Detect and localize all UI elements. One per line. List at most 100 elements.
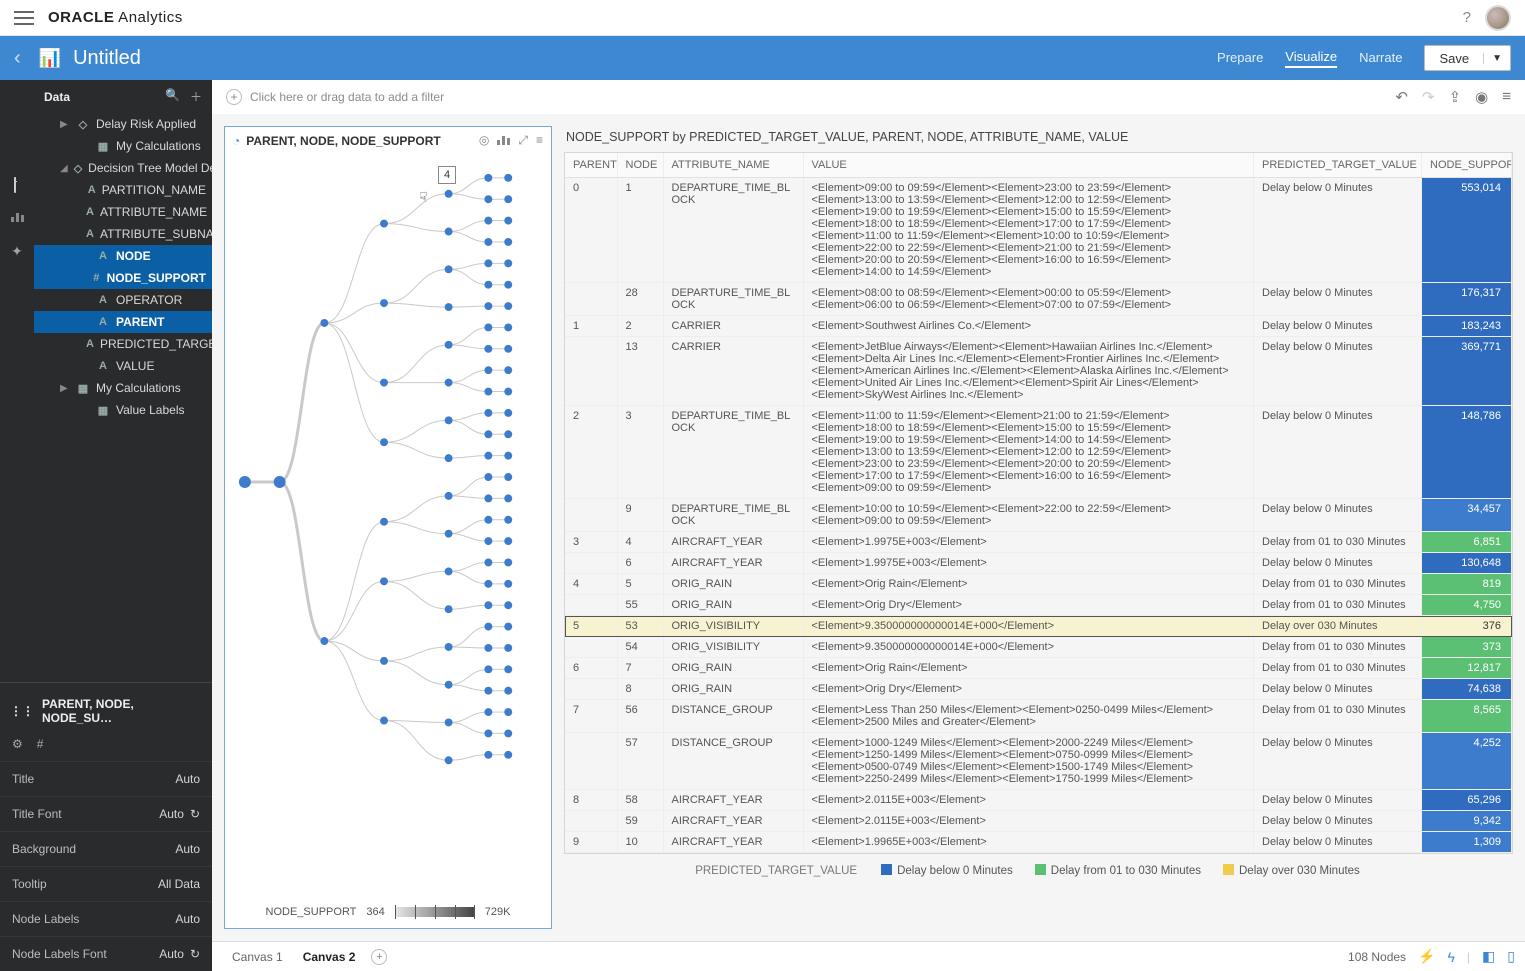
- tab-prepare[interactable]: Prepare: [1217, 50, 1263, 67]
- table-row[interactable]: 67ORIG_RAIN<Element>Orig Rain</Element>D…: [565, 658, 1512, 679]
- tree-item[interactable]: ▶▦My Calculations: [34, 377, 212, 399]
- undo-icon[interactable]: ↶: [1395, 88, 1408, 106]
- grammar-tab-general-icon[interactable]: ⚙: [12, 737, 23, 751]
- tree-viz[interactable]: ◔ PARENT, NODE, NODE_SUPPORT ◎ ⤢ ≡ 4 ☟: [224, 126, 552, 929]
- grammar-panel-title: ⋮⋮PARENT, NODE, NODE_SU…: [0, 687, 212, 735]
- viz-type-icon: ◔: [233, 134, 240, 148]
- canvas-area: + Click here or drag data to add a filte…: [212, 80, 1525, 971]
- table-viz-title: NODE_SUPPORT by PREDICTED_TARGET_VALUE, …: [564, 126, 1513, 152]
- property-row[interactable]: Node LabelsAuto: [0, 901, 212, 936]
- property-row[interactable]: Node Labels FontAuto ↻: [0, 936, 212, 971]
- help-icon[interactable]: ?: [1463, 9, 1471, 26]
- table-row[interactable]: 54ORIG_VISIBILITY<Element>9.350000000000…: [565, 637, 1512, 658]
- property-row[interactable]: TitleAuto: [0, 761, 212, 796]
- tree-item[interactable]: AATTRIBUTE_SUBNAME: [34, 223, 212, 245]
- tree-item[interactable]: #NODE_SUPPORT: [34, 267, 212, 289]
- table-row[interactable]: 57DISTANCE_GROUP<Element>1000-1249 Miles…: [565, 733, 1512, 790]
- menu-icon[interactable]: [14, 11, 34, 25]
- table-row[interactable]: 55ORIG_RAIN<Element>Orig Dry</Element>De…: [565, 595, 1512, 616]
- viz-menu-icon[interactable]: ≡: [536, 133, 543, 148]
- target-icon[interactable]: ◎: [479, 133, 489, 148]
- column-header[interactable]: ATTRIBUTE_NAME: [663, 153, 803, 178]
- layout2-icon[interactable]: ▯: [1507, 948, 1515, 965]
- workbook-icon: 📊: [39, 48, 61, 69]
- filter-bar[interactable]: + Click here or drag data to add a filte…: [212, 80, 1525, 114]
- tree-item[interactable]: ▦Value Labels: [34, 399, 212, 421]
- column-header[interactable]: NODE_SUPPORT: [1422, 153, 1512, 178]
- tree-item[interactable]: AVALUE: [34, 355, 212, 377]
- refresh-icon[interactable]: ◉: [1475, 88, 1488, 106]
- table-row[interactable]: 59AIRCRAFT_YEAR<Element>2.0115E+003</Ele…: [565, 811, 1512, 832]
- pivot-table[interactable]: PARENTNODEATTRIBUTE_NAMEVALUEPREDICTED_T…: [565, 153, 1512, 853]
- rail-viz-icon[interactable]: [11, 210, 24, 225]
- workbook-title[interactable]: Untitled: [73, 47, 141, 70]
- reset-icon[interactable]: ↻: [190, 807, 200, 821]
- title-bar: ‹ 📊 Untitled Prepare Visualize Narrate S…: [0, 36, 1525, 80]
- column-header[interactable]: NODE: [617, 153, 663, 178]
- table-row[interactable]: 45ORIG_RAIN<Element>Orig Rain</Element>D…: [565, 574, 1512, 595]
- tree-item[interactable]: APARTITION_NAME: [34, 179, 212, 201]
- column-header[interactable]: VALUE: [803, 153, 1254, 178]
- tree-item[interactable]: ANODE: [34, 245, 212, 267]
- table-row[interactable]: 28DEPARTURE_TIME_BLOCK<Element>08:00 to …: [565, 283, 1512, 316]
- expand-icon[interactable]: ⤢: [518, 133, 528, 148]
- table-viz[interactable]: NODE_SUPPORT by PREDICTED_TARGET_VALUE, …: [564, 126, 1513, 929]
- canvas-tabs: Canvas 1 Canvas 2 + 108 Nodes ⚡ ϟ | ◧ ▯: [212, 941, 1525, 971]
- table-row[interactable]: 553ORIG_VISIBILITY<Element>9.35000000000…: [565, 616, 1512, 637]
- tab-visualize[interactable]: Visualize: [1285, 49, 1337, 68]
- table-row[interactable]: 9DEPARTURE_TIME_BLOCK<Element>10:00 to 1…: [565, 499, 1512, 532]
- rail-data-icon[interactable]: [14, 178, 20, 192]
- export-icon[interactable]: ⇪: [1449, 88, 1462, 106]
- data-panel-title: Data: [44, 90, 157, 104]
- brand: ORACLE Analytics: [48, 9, 183, 26]
- save-dropdown-icon[interactable]: ▼: [1483, 53, 1510, 64]
- table-row[interactable]: 13CARRIER<Element>JetBlue Airways</Eleme…: [565, 337, 1512, 406]
- table-row[interactable]: 910AIRCRAFT_YEAR<Element>1.9965E+003</El…: [565, 832, 1512, 853]
- tree-item[interactable]: ▶◇Delay Risk Applied: [34, 113, 212, 135]
- add-filter-icon[interactable]: +: [226, 89, 242, 105]
- node-count: 108 Nodes: [1348, 950, 1406, 964]
- tree-item[interactable]: APARENT: [34, 311, 212, 333]
- reset-icon[interactable]: ↻: [190, 947, 200, 961]
- rail-analytics-icon[interactable]: ✦: [11, 243, 23, 260]
- table-row[interactable]: 6AIRCRAFT_YEAR<Element>1.9975E+003</Elem…: [565, 553, 1512, 574]
- property-row[interactable]: BackgroundAuto: [0, 831, 212, 866]
- tree-viz-title: PARENT, NODE, NODE_SUPPORT: [246, 134, 473, 148]
- tree-item[interactable]: AOPERATOR: [34, 289, 212, 311]
- data-tree: ▶◇Delay Risk Applied▦My Calculations◢◇De…: [34, 113, 212, 421]
- add-canvas-icon[interactable]: +: [371, 949, 387, 965]
- table-row[interactable]: 34AIRCRAFT_YEAR<Element>1.9975E+003</Ele…: [565, 532, 1512, 553]
- tree-legend: NODE_SUPPORT 364 729K: [225, 900, 551, 928]
- layout-icon[interactable]: ◧: [1482, 948, 1495, 965]
- avatar[interactable]: [1485, 5, 1511, 31]
- tree-item[interactable]: AATTRIBUTE_NAME: [34, 201, 212, 223]
- auto-insights-icon[interactable]: ⚡: [1418, 948, 1435, 965]
- tab-narrate[interactable]: Narrate: [1359, 50, 1402, 67]
- add-data-icon[interactable]: ＋: [190, 88, 202, 105]
- redo-icon[interactable]: ↷: [1422, 88, 1435, 106]
- property-row[interactable]: Title FontAuto ↻: [0, 796, 212, 831]
- back-icon[interactable]: ‹: [14, 47, 21, 70]
- table-row[interactable]: 8ORIG_RAIN<Element>Orig Dry</Element>Del…: [565, 679, 1512, 700]
- tree-item[interactable]: APREDICTED_TARGET_…: [34, 333, 212, 355]
- column-header[interactable]: PREDICTED_TARGET_VALUE: [1254, 153, 1422, 178]
- table-row[interactable]: 756DISTANCE_GROUP<Element>Less Than 250 …: [565, 700, 1512, 733]
- tree-item[interactable]: ◢◇Decision Tree Model Detail…: [34, 157, 212, 179]
- table-row[interactable]: 01DEPARTURE_TIME_BLOCK<Element>09:00 to …: [565, 178, 1512, 283]
- grammar-tab-values-icon[interactable]: #: [37, 737, 44, 751]
- properties-list: TitleAutoTitle FontAuto ↻BackgroundAutoT…: [0, 761, 212, 971]
- search-icon[interactable]: 🔍: [165, 88, 180, 105]
- property-row[interactable]: TooltipAll Data: [0, 866, 212, 901]
- table-row[interactable]: 858AIRCRAFT_YEAR<Element>2.0115E+003</El…: [565, 790, 1512, 811]
- canvas-tab-2[interactable]: Canvas 2: [293, 950, 366, 964]
- bolt-icon[interactable]: ϟ: [1448, 949, 1455, 965]
- tree-plot[interactable]: 4 ☟: [225, 154, 551, 900]
- column-header[interactable]: PARENT: [565, 153, 617, 178]
- canvas-tab-1[interactable]: Canvas 1: [222, 950, 293, 964]
- tree-item[interactable]: ▦My Calculations: [34, 135, 212, 157]
- table-row[interactable]: 12CARRIER<Element>Southwest Airlines Co.…: [565, 316, 1512, 337]
- table-row[interactable]: 23DEPARTURE_TIME_BLOCK<Element>11:00 to …: [565, 406, 1512, 499]
- canvas-menu-icon[interactable]: ≡: [1502, 88, 1511, 106]
- chart-icon[interactable]: [497, 133, 510, 148]
- save-button[interactable]: Save▼: [1424, 45, 1511, 71]
